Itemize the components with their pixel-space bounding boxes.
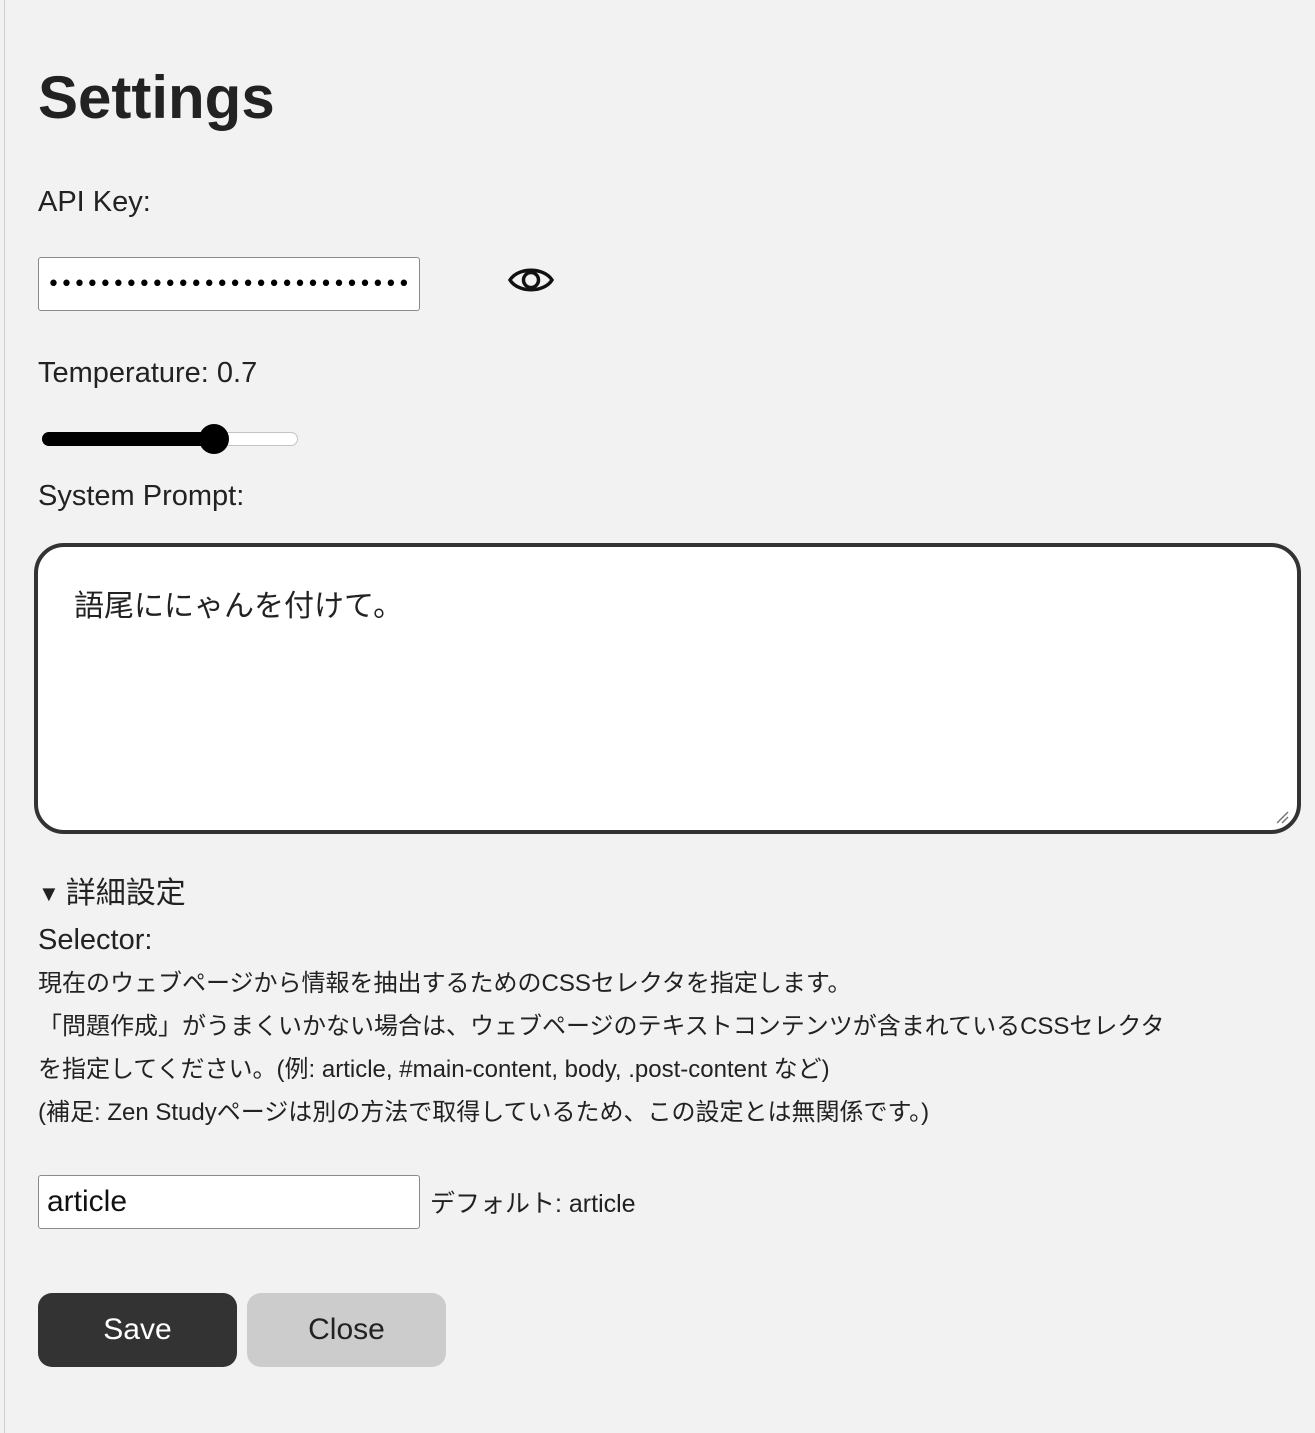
toggle-visibility-button[interactable] xyxy=(506,260,556,300)
api-key-input[interactable] xyxy=(38,257,420,311)
temperature-label: Temperature: 0.7 xyxy=(38,357,258,389)
advanced-settings-label: 詳細設定 xyxy=(65,877,186,910)
slider-fill xyxy=(42,432,222,446)
close-button[interactable]: Close xyxy=(247,1293,446,1367)
eye-icon xyxy=(508,268,554,292)
triangle-down-icon: ▼ xyxy=(38,881,60,906)
api-key-label: API Key: xyxy=(38,186,151,218)
selector-label: Selector: xyxy=(38,924,153,956)
save-button[interactable]: Save xyxy=(38,1293,237,1367)
help-line: 「問題作成」がうまくいかない場合は、ウェブページのテキストコンテンツが含まれてい… xyxy=(38,1013,1165,1040)
help-line: (補足: Zen Studyページは別の方法で取得しているため、この設定とは無関… xyxy=(38,1099,930,1126)
help-line: を指定してください。(例: article, #main-content, bo… xyxy=(38,1056,830,1083)
help-line: 現在のウェブページから情報を抽出するためのCSSセレクタを指定します。 xyxy=(38,970,852,997)
advanced-settings-toggle[interactable]: ▼ 詳細設定 xyxy=(38,874,186,914)
resize-grip-icon[interactable] xyxy=(1275,810,1289,824)
system-prompt-text: 語尾ににゃんを付けて。 xyxy=(74,590,404,623)
slider-thumb[interactable] xyxy=(199,424,229,454)
system-prompt-textarea[interactable]: 語尾ににゃんを付けて。 xyxy=(34,543,1301,834)
selector-default-note: デフォルト: article xyxy=(430,1190,636,1218)
selector-help-text: 現在のウェブページから情報を抽出するためのCSSセレクタを指定します。 「問題作… xyxy=(38,962,1298,1134)
temperature-slider[interactable] xyxy=(42,424,298,454)
system-prompt-label: System Prompt: xyxy=(38,480,245,512)
page-title: Settings xyxy=(38,64,275,131)
selector-input[interactable] xyxy=(38,1175,420,1229)
panel-left-border xyxy=(4,0,5,1433)
